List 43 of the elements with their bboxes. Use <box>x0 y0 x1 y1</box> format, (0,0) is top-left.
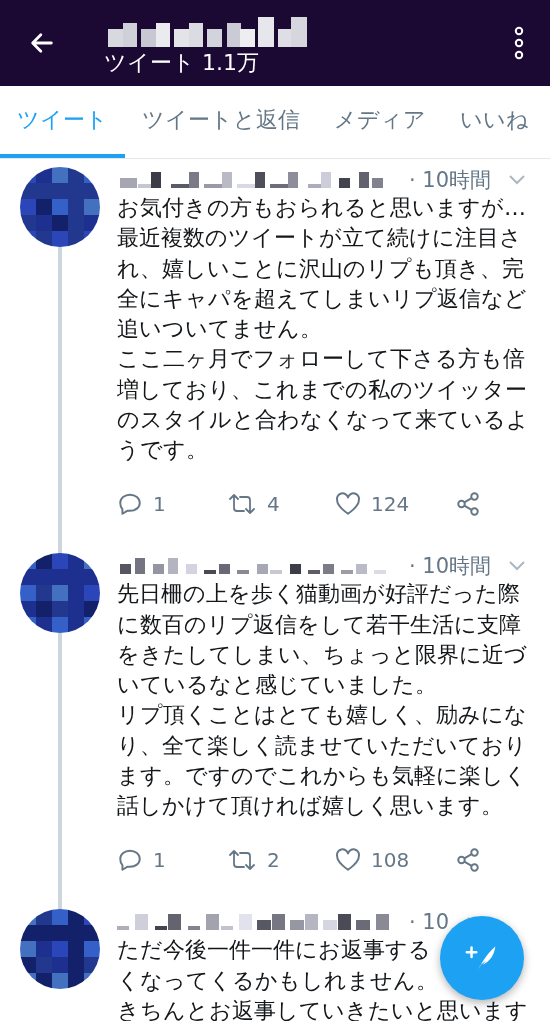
reply-count: 1 <box>153 492 166 517</box>
retweet-count: 2 <box>267 848 280 873</box>
tweet-text-line: リプ頂くことはとても嬉しく、励みにな <box>117 701 527 730</box>
heart-icon[interactable] <box>335 848 361 873</box>
reply-count: 1 <box>153 848 166 873</box>
like-count: 124 <box>371 492 410 517</box>
tweet-text-line: り、全て楽しく読ませていただいており <box>117 731 527 760</box>
like-count: 108 <box>371 848 410 873</box>
reply-icon[interactable] <box>117 491 143 518</box>
tweet-text-line: 増しており、これまでの私のツイッター <box>117 375 527 404</box>
tweet-time: · 10時間 <box>409 553 492 581</box>
profile-tab[interactable]: ツイート <box>0 86 125 158</box>
tweet-text-line: ます。ですのでこれからも気軽に楽しく <box>117 761 527 790</box>
tweet-text-line: くなってくるかもしれません。 <box>117 966 438 995</box>
tweet-text-line: 追いついてません。 <box>117 315 322 343</box>
tweet-text-line: お気付きの方もおられると思いますが… <box>117 194 526 222</box>
tweet-text-line: をきたしてしまい、ちょっと限界に近づ <box>117 640 527 669</box>
tweet-text-line: 全にキャパを超えてしまいリプ返信など <box>117 284 527 313</box>
tweet-text-line: うです。 <box>117 436 208 464</box>
retweet-icon[interactable] <box>227 848 257 873</box>
tweet-time: · 10時間 <box>409 167 492 194</box>
tweet-text-line: いているなと感じていました。 <box>117 671 437 699</box>
heart-icon[interactable] <box>335 492 361 517</box>
tweet-text-line: 話しかけて頂ければ嬉しく思います。 <box>117 792 503 820</box>
tweet-text-line: きちんとお返事していきたいと思います <box>117 996 528 1021</box>
reply-icon[interactable] <box>117 847 143 874</box>
tweet-text-line: ただ今後一件一件にお返事する <box>117 936 431 965</box>
share-icon[interactable] <box>455 847 481 874</box>
more-options-icon[interactable] <box>514 26 524 60</box>
tweet-text-line: のスタイルと合わなくなって来ているよ <box>117 405 529 434</box>
tweet-count: ツイート 1.1万 <box>104 49 260 77</box>
retweet-count: 4 <box>267 492 280 517</box>
tweet-text-line: れ、嬉しいことに沢山のリプも頂き、完 <box>117 254 524 283</box>
profile-tab[interactable]: いいね <box>443 86 546 158</box>
tweet-text-line: ここ二ヶ月でフォローして下さる方も倍 <box>117 345 525 374</box>
tweet-text-line: 先日柵の上を歩く猫動画が好評だった際 <box>117 580 520 609</box>
tweet-time: · 10 <box>409 910 450 935</box>
profile-tab[interactable]: メディア <box>317 86 443 158</box>
retweet-icon[interactable] <box>227 492 257 517</box>
tweet-text-line: 最近複数のツイートが立て続けに注目さ <box>117 224 522 253</box>
share-icon[interactable] <box>455 491 481 518</box>
profile-tab[interactable]: ツイートと返信 <box>125 86 317 158</box>
tweet-text-line: に数百のリプ返信をして若干生活に支障 <box>117 610 521 639</box>
